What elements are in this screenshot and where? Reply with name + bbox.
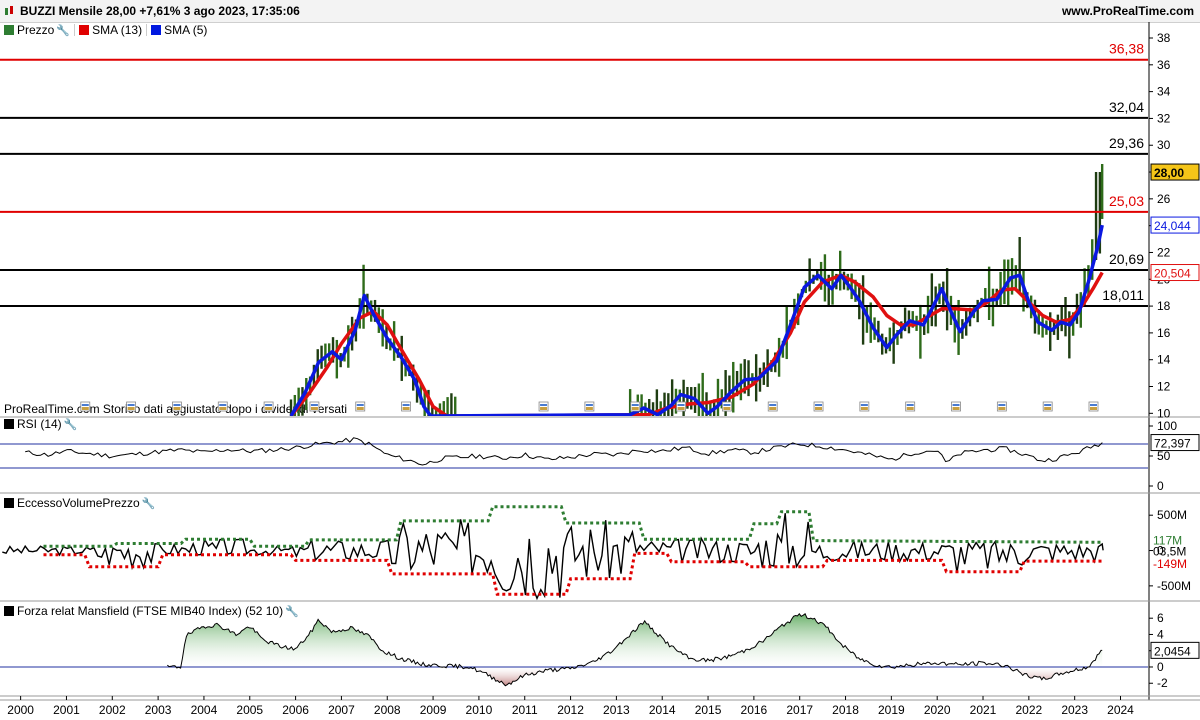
x-tick-label: 2003	[145, 703, 172, 717]
level-label: 36,38	[1109, 41, 1144, 57]
x-tick-label: 2007	[328, 703, 355, 717]
dividend-marker	[217, 401, 228, 412]
x-tick-label: 2009	[420, 703, 447, 717]
dividend-marker	[538, 401, 549, 412]
x-tick-label: 2024	[1107, 703, 1134, 717]
y-tick-label: 34	[1157, 85, 1171, 99]
y-tick-label: 32	[1157, 111, 1171, 125]
x-tick-label: 2005	[236, 703, 263, 717]
sma13-line	[289, 271, 1104, 416]
level-label: 29,36	[1109, 135, 1144, 151]
dividend-marker	[859, 401, 870, 412]
level-label: 20,69	[1109, 251, 1144, 267]
dividend-marker	[584, 401, 595, 412]
y-tick-label: 26	[1157, 192, 1171, 206]
y-tick-label: 30	[1157, 138, 1171, 152]
last-price-tag: 28,00	[1154, 166, 1184, 180]
price-chart-svg[interactable]: 38363432302826242220181614121036,3832,04…	[0, 0, 1200, 720]
x-tick-label: 2021	[970, 703, 997, 717]
sma13-tag: 20,504	[1154, 267, 1191, 281]
x-tick-label: 2015	[695, 703, 722, 717]
dividend-marker	[813, 401, 824, 412]
y-tick-label: 12	[1157, 380, 1171, 394]
y-tick-label: 50	[1157, 449, 1171, 463]
level-label: 18,011	[1102, 287, 1144, 303]
volume-lower-dotted	[43, 551, 1103, 596]
volume-last-tag: -149M	[1153, 557, 1187, 571]
level-label: 25,03	[1109, 193, 1144, 209]
y-tick-label: -2	[1157, 676, 1168, 690]
y-tick-label: 6	[1157, 611, 1164, 625]
y-tick-label: 0	[1157, 660, 1164, 674]
mansfield-last-tag: 2,0454	[1154, 644, 1191, 658]
dividend-marker	[996, 401, 1007, 412]
y-tick-label: 100	[1157, 419, 1177, 433]
dividend-marker	[263, 401, 274, 412]
x-tick-label: 2018	[832, 703, 859, 717]
y-tick-label: 38	[1157, 31, 1171, 45]
mansfield-negative-area	[167, 666, 1103, 686]
dividend-marker	[676, 401, 686, 412]
rsi-line	[25, 437, 1103, 466]
y-tick-label: 18	[1157, 299, 1171, 313]
rsi-last-tag: 72,397	[1154, 437, 1191, 451]
x-tick-label: 2011	[512, 703, 538, 717]
x-tick-label: 2019	[878, 703, 905, 717]
x-tick-label: 2020	[924, 703, 951, 717]
x-tick-label: 2004	[191, 703, 218, 717]
dividend-marker	[951, 401, 961, 412]
dividend-marker	[309, 401, 320, 412]
y-tick-label: 500M	[1157, 508, 1187, 522]
sma5-tag: 24,044	[1154, 219, 1191, 233]
x-tick-label: 2000	[7, 703, 34, 717]
y-tick-label: 4	[1157, 627, 1164, 641]
y-tick-label: 14	[1157, 353, 1171, 367]
x-tick-label: 2012	[557, 703, 584, 717]
y-tick-label: -500M	[1157, 579, 1191, 593]
dividend-marker	[401, 401, 411, 412]
y-tick-label: 0	[1157, 479, 1164, 493]
dividend-marker	[172, 401, 182, 412]
x-tick-label: 2014	[649, 703, 676, 717]
y-tick-label: 36	[1157, 58, 1171, 72]
dividend-marker	[905, 401, 916, 412]
x-tick-label: 2006	[282, 703, 309, 717]
mansfield-positive-area	[167, 613, 1103, 667]
x-tick-label: 2001	[53, 703, 80, 717]
x-tick-label: 2022	[1015, 703, 1042, 717]
x-tick-label: 2010	[466, 703, 493, 717]
y-tick-label: 22	[1157, 245, 1171, 259]
dividend-marker	[630, 401, 641, 412]
x-tick-label: 2002	[99, 703, 126, 717]
x-tick-label: 2023	[1061, 703, 1088, 717]
x-tick-label: 2016	[741, 703, 768, 717]
dividend-marker	[1088, 401, 1099, 412]
dividend-marker	[126, 401, 137, 412]
dividend-marker	[721, 401, 732, 412]
x-tick-label: 2017	[786, 703, 813, 717]
dividend-marker	[355, 401, 366, 412]
y-tick-label: 16	[1157, 326, 1171, 340]
level-label: 32,04	[1109, 99, 1144, 115]
dividend-marker	[80, 401, 91, 412]
x-tick-label: 2013	[603, 703, 630, 717]
dividend-marker	[1042, 401, 1053, 412]
x-tick-label: 2008	[374, 703, 401, 717]
dividend-marker	[767, 401, 778, 412]
